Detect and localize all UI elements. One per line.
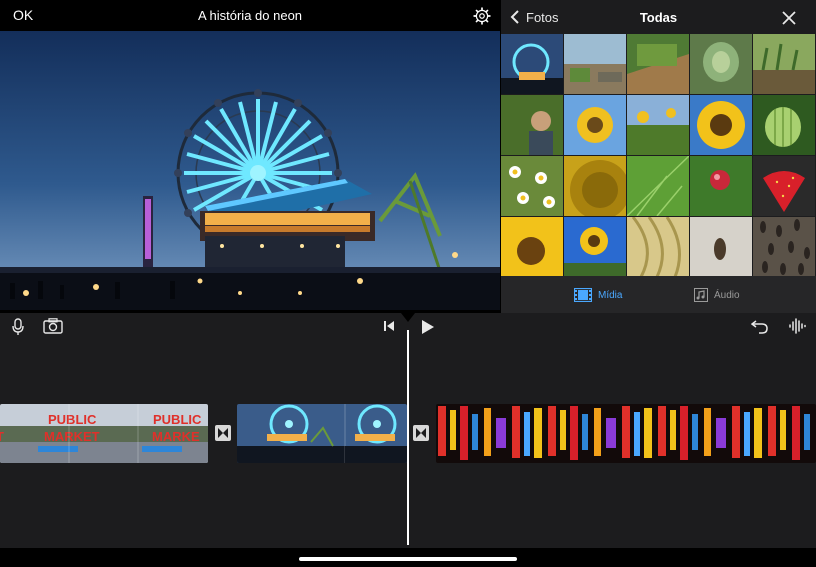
svg-text:MARKET: MARKET xyxy=(44,429,100,444)
media-browser-tabs: Mídia Áudio xyxy=(501,276,816,313)
thumbnail-green-melon[interactable] xyxy=(753,95,815,155)
public-market-clip[interactable]: PUBLIC MARKET PUBLIC MARKE T xyxy=(0,404,208,463)
undo-icon[interactable] xyxy=(751,318,769,334)
play-icon[interactable] xyxy=(421,319,435,335)
music-note-icon xyxy=(694,288,708,302)
media-browser-title: Todas xyxy=(639,10,678,25)
thumbnail-seed-on-table[interactable] xyxy=(690,217,752,277)
top-bar: OK A história do neon xyxy=(0,0,500,31)
media-browser-header: Fotos Todas xyxy=(501,0,816,34)
tab-audio-label: Áudio xyxy=(714,289,740,301)
thumbnail-sunflower-seeds[interactable] xyxy=(753,217,815,277)
playhead[interactable] xyxy=(407,330,409,545)
thumbnail-raised-garden-bed[interactable] xyxy=(627,34,689,94)
audio-waveform-icon[interactable] xyxy=(788,318,806,334)
transition-2[interactable] xyxy=(413,425,429,441)
thumbnail-sunflower-bloom[interactable] xyxy=(501,217,563,277)
skip-to-start-icon[interactable] xyxy=(383,320,395,332)
thumbnail-green-leaf-macro[interactable] xyxy=(627,156,689,216)
thumbnail-ferris-wheel-pier[interactable] xyxy=(501,34,563,94)
svg-text:PUBLIC: PUBLIC xyxy=(153,412,202,427)
thumbnail-sunflower-closeup[interactable] xyxy=(690,95,752,155)
home-indicator[interactable] xyxy=(299,557,517,561)
thumbnail-corn-silk[interactable] xyxy=(627,217,689,277)
svg-text:MARKE: MARKE xyxy=(152,429,200,444)
thumbnail-person-in-garden[interactable] xyxy=(501,95,563,155)
neon-signs-clip[interactable] xyxy=(436,404,816,463)
thumbnail-garden-sprouts[interactable] xyxy=(753,34,815,94)
thumbnail-red-radish[interactable] xyxy=(690,156,752,216)
media-browser: Fotos Todas Mídia Áudio xyxy=(501,0,816,313)
close-icon[interactable] xyxy=(782,11,796,25)
thumbnail-sunflower-center-macro[interactable] xyxy=(564,156,626,216)
tab-media-label: Mídia xyxy=(598,289,623,301)
project-title: A história do neon xyxy=(197,8,303,23)
thumbnail-chamomile-flowers[interactable] xyxy=(501,156,563,216)
transition-icon xyxy=(218,428,228,438)
microphone-icon[interactable] xyxy=(11,318,25,336)
ferris-wheel-clip[interactable] xyxy=(237,404,407,463)
camera-icon[interactable] xyxy=(43,318,63,334)
thumbnail-garden-path[interactable] xyxy=(564,34,626,94)
video-preview xyxy=(0,31,500,310)
svg-text:T: T xyxy=(0,429,4,444)
thumbnail-sunflower-blue-sky[interactable] xyxy=(564,217,626,277)
film-icon xyxy=(574,288,592,302)
thumbnail-artichoke-plant[interactable] xyxy=(690,34,752,94)
thumbnail-sunflower-sky[interactable] xyxy=(564,95,626,155)
photo-grid xyxy=(501,34,816,277)
thumbnail-strawberry[interactable] xyxy=(753,156,815,216)
svg-text:PUBLIC: PUBLIC xyxy=(48,412,97,427)
transition-1[interactable] xyxy=(215,425,231,441)
playhead-pointer xyxy=(401,313,415,322)
transition-icon xyxy=(416,428,426,438)
tab-audio[interactable]: Áudio xyxy=(694,285,740,305)
tab-media[interactable]: Mídia xyxy=(574,285,622,305)
thumbnail-sunflower-field[interactable] xyxy=(627,95,689,155)
gear-icon[interactable] xyxy=(473,7,491,25)
